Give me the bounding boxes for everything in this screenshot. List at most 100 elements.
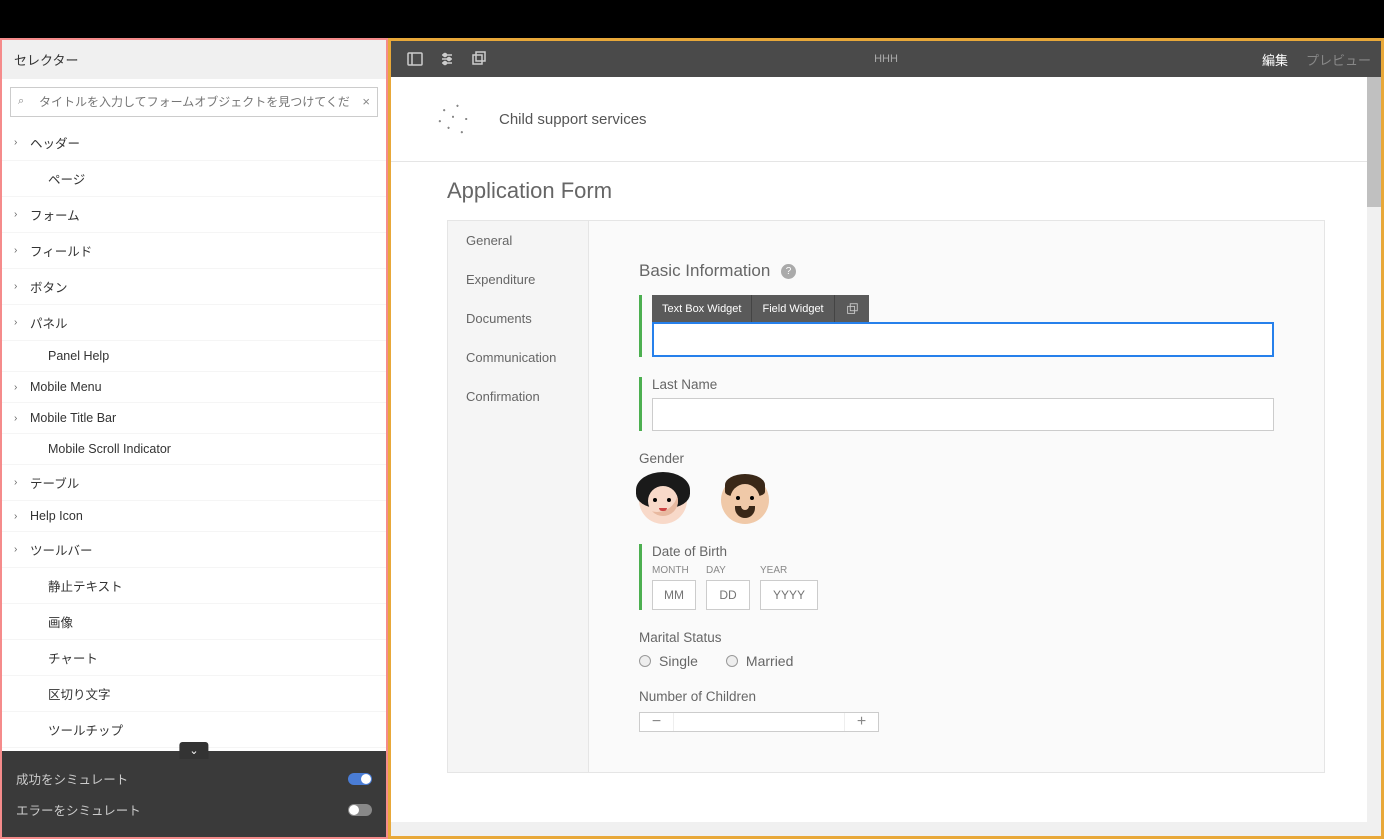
tab-text-box-widget[interactable]: Text Box Widget — [652, 295, 752, 323]
preview-mode-button[interactable]: プレビュー — [1306, 50, 1371, 69]
horizontal-scrollbar[interactable] — [391, 822, 1381, 836]
chevron-right-icon: › — [14, 544, 30, 555]
tree-item[interactable]: ›テーブル — [2, 465, 386, 501]
dob-month-input[interactable] — [652, 580, 696, 610]
chevron-right-icon: › — [14, 245, 30, 256]
form-nav-item[interactable]: Confirmation — [448, 377, 588, 416]
tree-item[interactable]: ページ — [2, 161, 386, 197]
chevron-right-icon: › — [14, 511, 30, 522]
chevron-right-icon: › — [14, 317, 30, 328]
form-content: Basic Information ? Text Box Widget Fiel… — [589, 220, 1325, 773]
tree-item[interactable]: ›Mobile Menu — [2, 372, 386, 403]
tree-item[interactable]: チャート — [2, 640, 386, 676]
toolbar-center-label: HHH — [874, 53, 898, 65]
tree-item-label: Help Icon — [30, 509, 83, 523]
tree-item[interactable]: Mobile Scroll Indicator — [2, 434, 386, 465]
editor-panel: HHH 編集 プレビュー Child support services Appl… — [388, 38, 1384, 839]
form-title: Application Form — [391, 162, 1381, 220]
form-nav-item[interactable]: Documents — [448, 299, 588, 338]
tree-item[interactable]: 静止テキスト — [2, 568, 386, 604]
tab-field-widget[interactable]: Field Widget — [752, 295, 834, 323]
dob-year-input[interactable] — [760, 580, 818, 610]
marital-status-label: Marital Status — [639, 630, 1274, 645]
tree-item-label: 区切り文字 — [48, 684, 111, 703]
tree-item[interactable]: ›パネル — [2, 305, 386, 341]
chevron-right-icon: › — [14, 281, 30, 292]
children-label: Number of Children — [639, 689, 1274, 704]
first-name-input[interactable] — [652, 322, 1274, 357]
tree-item-label: パネル — [30, 313, 68, 332]
tree-item-label: ヘッダー — [30, 133, 80, 152]
search-icon: ⌕ — [18, 95, 24, 108]
form-nav-item[interactable]: Expenditure — [448, 260, 588, 299]
dob-month-label: MONTH — [652, 565, 696, 576]
tree-item-label: フィールド — [30, 241, 92, 260]
tree-item[interactable]: ›Mobile Title Bar — [2, 403, 386, 434]
tree-item-label: テーブル — [30, 473, 79, 492]
simulate-error-toggle[interactable] — [348, 804, 372, 816]
tree-item[interactable]: 画像 — [2, 604, 386, 640]
tree-item-label: 画像 — [48, 612, 73, 631]
dob-year-label: YEAR — [760, 565, 818, 576]
gender-female-option[interactable] — [639, 476, 687, 524]
form-nav: GeneralExpenditureDocumentsCommunication… — [447, 220, 589, 773]
tree-item-label: Mobile Menu — [30, 380, 102, 394]
tree-item-label: ツールチップ — [48, 720, 123, 739]
form-nav-item[interactable]: General — [448, 221, 588, 260]
tree-item-label: Mobile Title Bar — [30, 411, 116, 425]
stepper-minus-button[interactable]: − — [640, 713, 674, 731]
close-icon[interactable]: × — [362, 94, 370, 109]
object-tree: ›ヘッダーページ›フォーム›フィールド›ボタン›パネルPanel Help›Mo… — [2, 125, 386, 751]
stepper-plus-button[interactable]: + — [844, 713, 878, 731]
sidebar-toggle-icon[interactable] — [401, 45, 429, 73]
tree-item[interactable]: ›Help Icon — [2, 501, 386, 532]
layers-icon[interactable] — [465, 45, 493, 73]
selector-sidebar: セレクター ⌕ × ›ヘッダーページ›フォーム›フィールド›ボタン›パネルPan… — [0, 38, 388, 839]
tree-item-label: チャート — [48, 648, 98, 667]
tree-item[interactable]: ›フィールド — [2, 233, 386, 269]
form-canvas: Child support services Application Form … — [391, 77, 1381, 836]
radio-single[interactable]: Single — [639, 653, 698, 669]
tree-item[interactable]: 区切り文字 — [2, 676, 386, 712]
service-title: Child support services — [499, 111, 647, 128]
edit-mode-button[interactable]: 編集 — [1262, 50, 1288, 69]
stepper-value[interactable] — [674, 713, 844, 731]
tree-item[interactable]: Panel Help — [2, 341, 386, 372]
last-name-input[interactable] — [652, 398, 1274, 431]
tree-item-label: ボタン — [30, 277, 68, 296]
gender-male-option[interactable] — [721, 476, 769, 524]
collapse-handle[interactable]: ⌄ — [179, 742, 208, 759]
chevron-right-icon: › — [14, 137, 30, 148]
selector-title: セレクター — [2, 40, 386, 79]
service-logo — [431, 97, 475, 141]
last-name-label: Last Name — [652, 377, 1274, 392]
dob-day-input[interactable] — [706, 580, 750, 610]
radio-married[interactable]: Married — [726, 653, 793, 669]
form-nav-item[interactable]: Communication — [448, 338, 588, 377]
tree-item[interactable]: ›フォーム — [2, 197, 386, 233]
children-stepper: − + — [639, 712, 879, 732]
search-input[interactable] — [10, 87, 378, 117]
help-icon[interactable]: ? — [781, 264, 796, 279]
copy-icon[interactable] — [835, 295, 869, 323]
widget-tabs: Text Box Widget Field Widget — [652, 295, 869, 323]
vertical-scrollbar[interactable] — [1367, 77, 1381, 836]
chevron-right-icon: › — [14, 382, 30, 393]
settings-icon[interactable] — [433, 45, 461, 73]
section-title: Basic Information ? — [639, 261, 1274, 281]
simulate-success-label: 成功をシミュレート — [16, 769, 128, 788]
chevron-right-icon: › — [14, 209, 30, 220]
simulate-error-label: エラーをシミュレート — [16, 800, 141, 819]
chevron-right-icon: › — [14, 477, 30, 488]
simulate-success-toggle[interactable] — [348, 773, 372, 785]
dob-label: Date of Birth — [652, 544, 1274, 559]
simulation-panel: 成功をシミュレート エラーをシミュレート — [2, 751, 386, 837]
tree-item-label: Mobile Scroll Indicator — [48, 442, 171, 456]
dob-day-label: DAY — [706, 565, 750, 576]
radio-married-label: Married — [746, 653, 793, 669]
tree-item-label: 静止テキスト — [48, 576, 123, 595]
tree-item[interactable]: ›ヘッダー — [2, 125, 386, 161]
top-black-bar — [0, 0, 1384, 38]
tree-item[interactable]: ›ボタン — [2, 269, 386, 305]
tree-item[interactable]: ›ツールバー — [2, 532, 386, 568]
